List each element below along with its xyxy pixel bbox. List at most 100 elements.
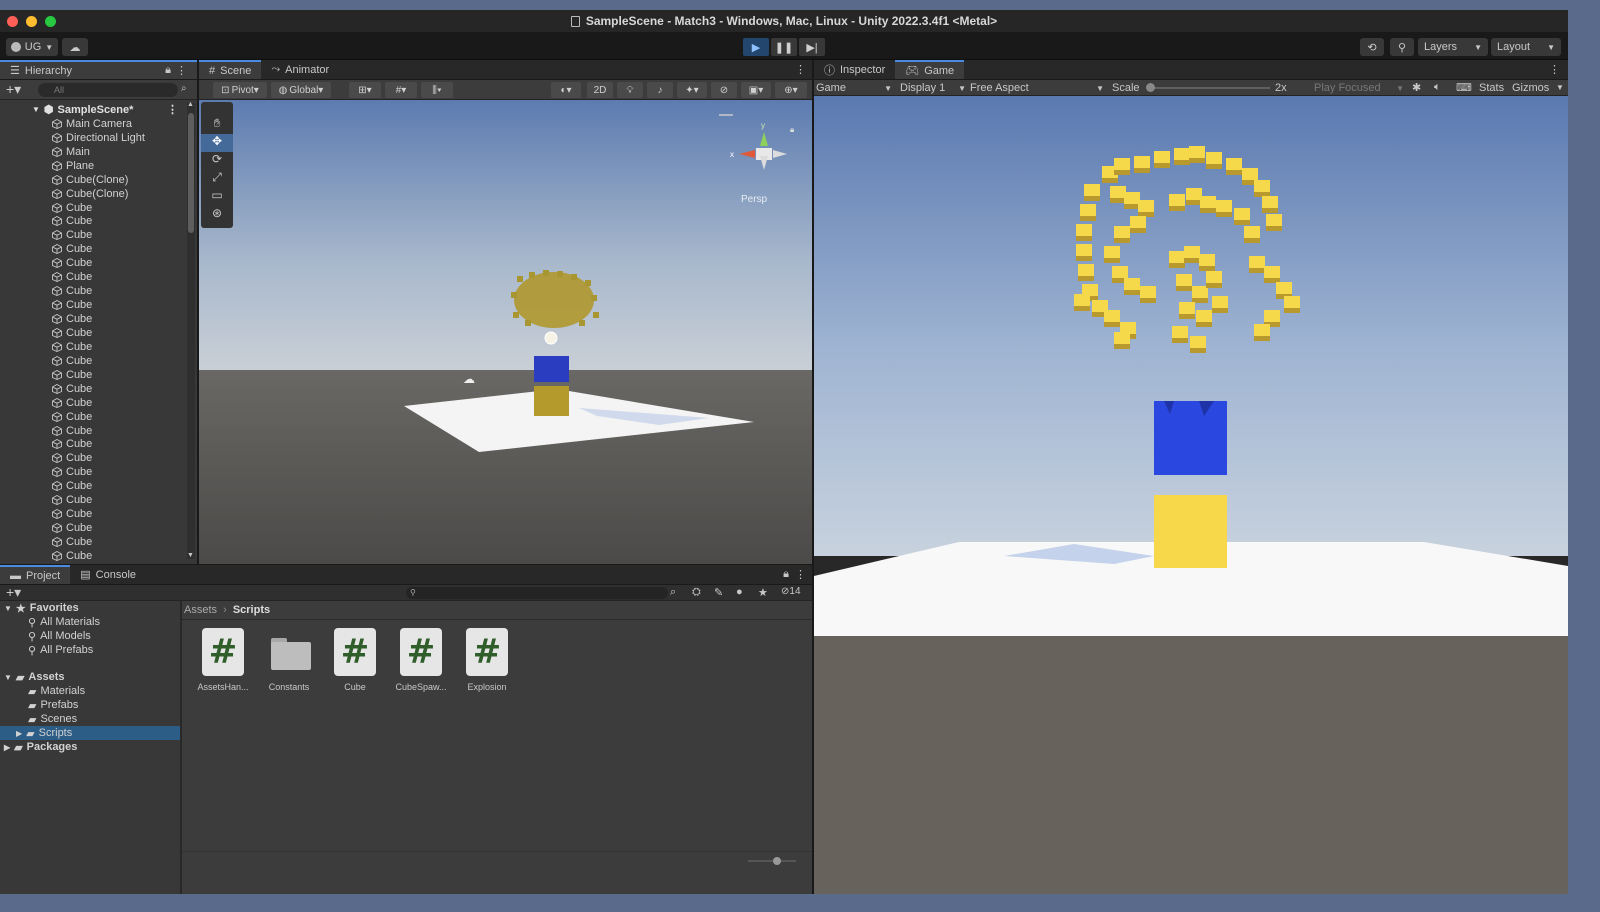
- more-menu-icon[interactable]: ⋮: [1549, 60, 1560, 79]
- asset-file[interactable]: # CubeSpaw...: [388, 628, 454, 692]
- grid-visibility-button[interactable]: #▾: [385, 82, 417, 98]
- scrollbar-thumb[interactable]: [188, 113, 194, 233]
- expand-arrow-icon[interactable]: ▼: [32, 105, 40, 114]
- hierarchy-search-input[interactable]: All: [38, 83, 178, 97]
- expand-arrow-icon[interactable]: ▼: [4, 604, 12, 613]
- scale-slider-thumb[interactable]: [1146, 83, 1155, 92]
- lock-icon[interactable]: 🔒︎: [783, 565, 789, 584]
- hand-tool-button[interactable]: ✋︎: [201, 116, 233, 134]
- hierarchy-item[interactable]: Cube: [0, 535, 186, 549]
- rotate-tool-button[interactable]: ⟳: [201, 152, 233, 170]
- step-button[interactable]: ▶|: [799, 38, 825, 56]
- label-filter-icon[interactable]: ✎: [714, 586, 723, 599]
- hierarchy-item[interactable]: Cube(Clone): [0, 187, 186, 201]
- hierarchy-item[interactable]: Cube: [0, 284, 186, 298]
- type-filter-icon[interactable]: ⛭: [692, 586, 701, 599]
- asset-file[interactable]: # Cube: [322, 628, 388, 692]
- favorite-item[interactable]: ⚲ All Prefabs: [0, 643, 180, 657]
- play-focused-select[interactable]: Play Focused ▼: [1314, 80, 1404, 96]
- hierarchy-item[interactable]: Cube: [0, 465, 186, 479]
- close-window-button[interactable]: [7, 16, 18, 27]
- scroll-up-icon[interactable]: ▲: [187, 101, 194, 108]
- play-button[interactable]: ▶: [743, 38, 769, 56]
- asset-file[interactable]: # Explosion: [454, 628, 520, 692]
- hierarchy-item[interactable]: Cube: [0, 340, 186, 354]
- more-menu-icon[interactable]: ⋮: [167, 103, 178, 116]
- folder-item-prefabs[interactable]: ▰ Prefabs: [0, 698, 180, 712]
- scale-slider[interactable]: [1146, 83, 1270, 92]
- search-filter-icon[interactable]: ⌕: [181, 83, 187, 94]
- hierarchy-item[interactable]: Cube: [0, 354, 186, 368]
- hierarchy-item[interactable]: Cube: [0, 228, 186, 242]
- minimize-window-button[interactable]: [26, 16, 37, 27]
- tab-scene[interactable]: # Scene: [199, 60, 262, 79]
- icon-size-slider[interactable]: [748, 857, 796, 865]
- hierarchy-item[interactable]: Main: [0, 145, 186, 159]
- scene-visibility-toggle[interactable]: ⊘: [711, 82, 737, 98]
- tab-game[interactable]: 🎮︎ Game: [895, 60, 965, 79]
- rect-tool-button[interactable]: ▭: [201, 188, 233, 206]
- hierarchy-item[interactable]: Plane: [0, 159, 186, 173]
- hierarchy-item[interactable]: Cube: [0, 424, 186, 438]
- increment-snap-button[interactable]: ⫼▾: [421, 82, 453, 98]
- icon-size-slider-thumb[interactable]: [773, 857, 781, 865]
- folder-item-materials[interactable]: ▰ Materials: [0, 684, 180, 698]
- move-tool-button[interactable]: ✥: [201, 134, 233, 152]
- scroll-down-icon[interactable]: ▼: [187, 552, 194, 559]
- tab-project[interactable]: ▬ Project: [0, 565, 71, 584]
- breadcrumb-item[interactable]: Assets: [184, 604, 217, 616]
- pause-button[interactable]: ❚❚: [771, 38, 797, 56]
- shading-mode-dropdown[interactable]: ◐▾: [551, 82, 581, 98]
- lock-icon[interactable]: 🔒︎: [165, 64, 171, 77]
- scene-viewport[interactable]: ☁ x y 🔒︎ Persp ✋︎ ✥ ⟳ ⤢ ▭ ⊛: [199, 100, 812, 564]
- cloud-button[interactable]: ☁: [62, 38, 88, 56]
- favorite-star-icon[interactable]: ★: [758, 586, 768, 599]
- audio-toggle[interactable]: ♪: [647, 82, 673, 98]
- chevron-down-icon[interactable]: ▼: [1556, 83, 1564, 92]
- layout-dropdown[interactable]: Layout ▼: [1491, 38, 1561, 56]
- bug-icon[interactable]: ✱: [1412, 81, 1421, 94]
- scene-render[interactable]: ☁ x y 🔒︎ Persp: [199, 100, 812, 564]
- tab-animator[interactable]: ⤳ Animator: [261, 60, 339, 79]
- search-filter-icon[interactable]: ⌕: [670, 586, 676, 599]
- add-button[interactable]: +▾: [6, 81, 21, 98]
- folder-item-scenes[interactable]: ▰ Scenes: [0, 712, 180, 726]
- hidden-packages-toggle[interactable]: ⊘14: [781, 586, 801, 597]
- warning-filter-icon[interactable]: ●: [736, 586, 743, 598]
- mute-audio-icon[interactable]: 🔈︎: [1434, 81, 1441, 94]
- search-button[interactable]: ⚲: [1390, 38, 1414, 56]
- game-render[interactable]: [814, 96, 1568, 894]
- game-view-select[interactable]: Game ▼: [816, 80, 892, 96]
- hierarchy-item[interactable]: Cube: [0, 382, 186, 396]
- game-viewport[interactable]: [814, 96, 1568, 894]
- transform-tool-button[interactable]: ⊛: [201, 206, 233, 224]
- hierarchy-item[interactable]: Cube: [0, 493, 186, 507]
- hierarchy-item[interactable]: Cube: [0, 215, 186, 229]
- camera-settings-dropdown[interactable]: ▣▾: [741, 82, 771, 98]
- more-menu-icon[interactable]: ⋮: [795, 565, 806, 584]
- asset-folder[interactable]: Constants: [256, 628, 322, 692]
- account-dropdown[interactable]: UG ▼: [6, 38, 58, 56]
- more-menu-icon[interactable]: ⋮: [795, 60, 806, 79]
- hierarchy-item[interactable]: Cube: [0, 396, 186, 410]
- stats-button[interactable]: Stats: [1479, 82, 1504, 94]
- scale-tool-button[interactable]: ⤢: [201, 170, 233, 188]
- hierarchy-item[interactable]: Directional Light: [0, 131, 186, 145]
- hierarchy-item[interactable]: Cube(Clone): [0, 173, 186, 187]
- tab-inspector[interactable]: ⓘ Inspector: [814, 60, 895, 79]
- hierarchy-item[interactable]: Cube: [0, 451, 186, 465]
- hierarchy-item[interactable]: Cube: [0, 256, 186, 270]
- folder-item-scripts[interactable]: ▶ ▰ Scripts: [0, 726, 180, 740]
- gizmos-dropdown[interactable]: ⊕▾: [775, 82, 807, 98]
- hierarchy-item[interactable]: Cube: [0, 298, 186, 312]
- history-button[interactable]: ⟲: [1360, 38, 1384, 56]
- lighting-toggle[interactable]: 💡︎: [617, 82, 643, 98]
- hierarchy-item[interactable]: Cube: [0, 549, 186, 563]
- expand-arrow-icon[interactable]: ▼: [4, 673, 12, 682]
- add-button[interactable]: +▾: [6, 584, 21, 601]
- hierarchy-item[interactable]: Cube: [0, 521, 186, 535]
- favorites-row[interactable]: ▼ ★ Favorites: [0, 601, 180, 615]
- tab-hierarchy[interactable]: ☰ Hierarchy 🔒︎ ⋮: [0, 60, 197, 79]
- toggle-2d-button[interactable]: 2D: [587, 82, 613, 98]
- display-select[interactable]: Display 1 ▼: [900, 80, 966, 96]
